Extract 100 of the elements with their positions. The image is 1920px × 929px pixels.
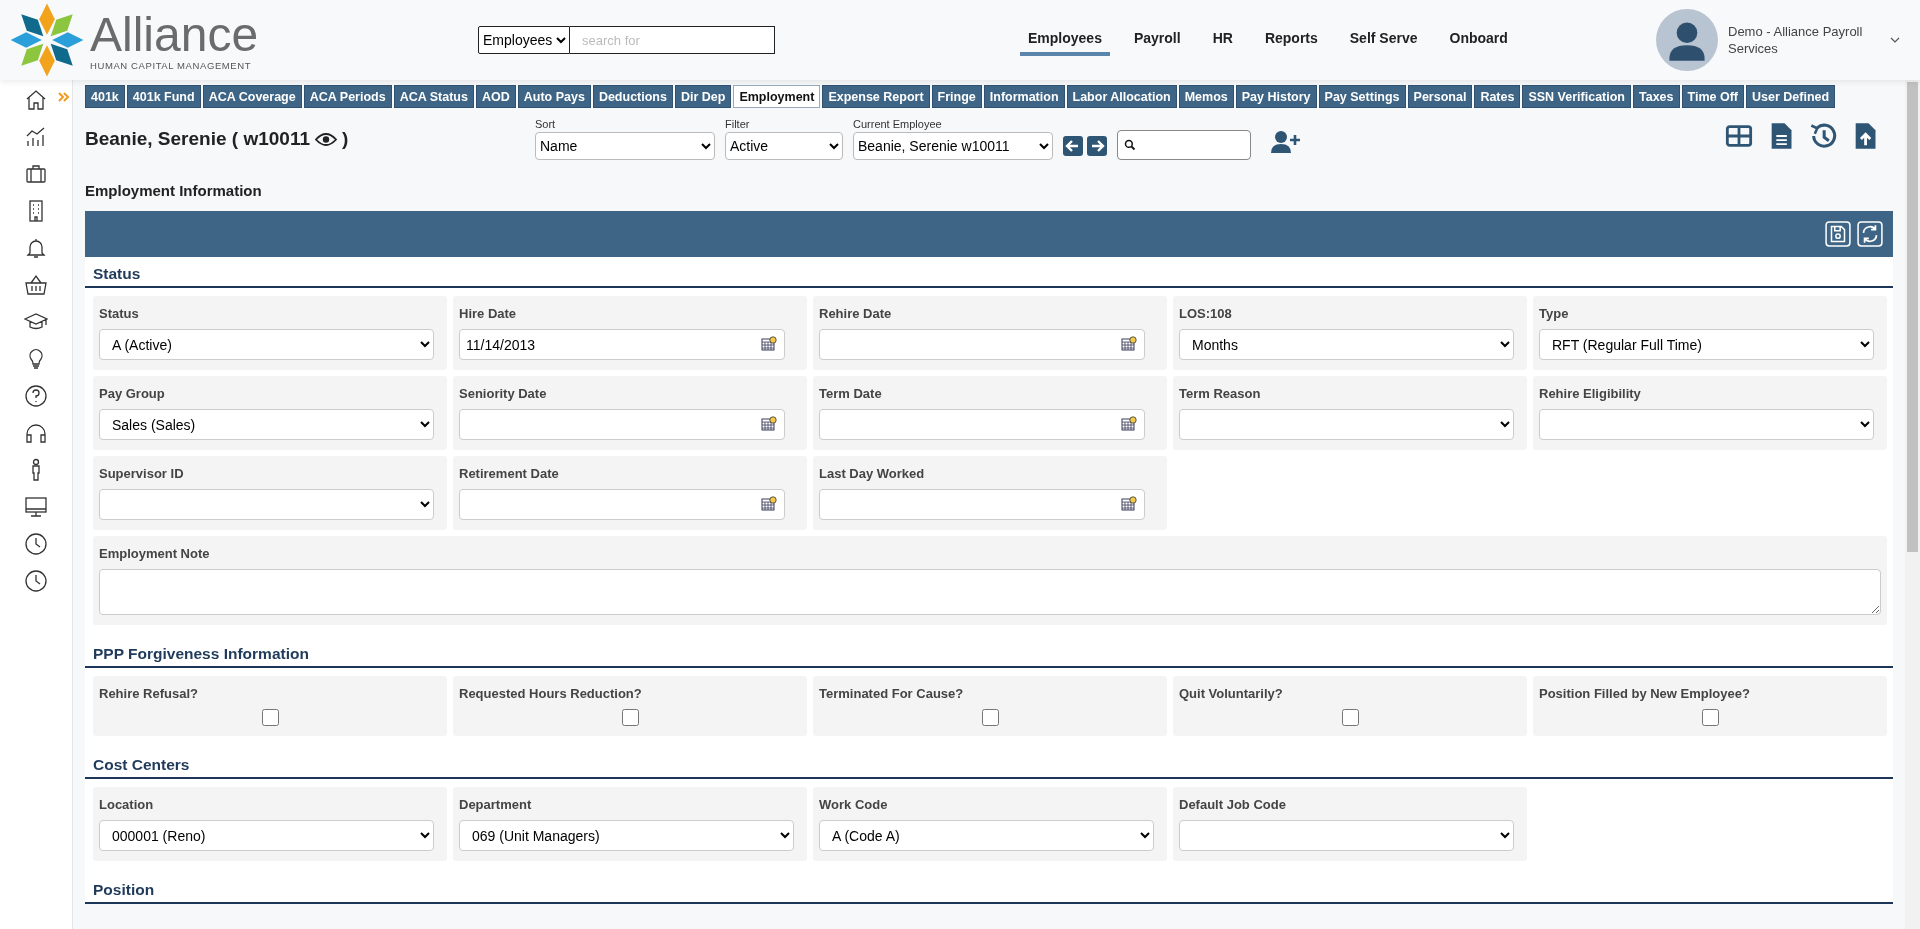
field-label: Term Date [819,386,883,401]
monitor-icon[interactable] [24,495,48,519]
user-name[interactable]: Demo - Alliance Payroll Services [1728,23,1878,57]
nav-link[interactable]: Self Serve [1341,24,1426,56]
tab[interactable]: 401k [85,85,125,108]
calendar-icon[interactable] [761,336,777,352]
tab[interactable]: Memos [1178,85,1234,108]
date-field[interactable] [819,409,1145,440]
date-field[interactable] [819,489,1145,520]
arrow-left-icon[interactable] [1063,136,1083,156]
date-field[interactable]: 11/14/2013 [459,329,785,360]
chevron-down-icon[interactable] [1890,37,1900,43]
basket-icon[interactable] [24,273,48,297]
question-icon[interactable] [24,384,48,408]
scrollbar-drawing[interactable] [1905,80,1920,929]
grid-icon[interactable] [1725,122,1753,150]
calendar-icon[interactable] [761,416,777,432]
field-label: Quit Voluntarily? [1179,686,1284,701]
tab[interactable]: Rates [1474,85,1521,108]
calendar-icon[interactable] [1121,336,1137,352]
home-icon[interactable] [24,88,48,112]
search-scope-select[interactable]: Employees [478,26,570,54]
dropdown-field[interactable]: Months [1179,329,1514,360]
field-label: Hire Date [459,306,518,321]
nav-link[interactable]: Onboard [1441,24,1516,56]
search-field[interactable]: search for [570,26,775,54]
nav-link[interactable]: HR [1204,24,1241,56]
clock-icon[interactable] [24,532,48,556]
tab[interactable]: Labor Allocation [1066,85,1177,108]
date-field[interactable] [459,489,785,520]
tab[interactable]: ACA Coverage [202,85,302,108]
calendar-icon[interactable] [761,496,777,512]
add-person-icon[interactable] [1271,130,1301,154]
tab[interactable]: Pay Settings [1318,85,1406,108]
tab[interactable]: 401k Fund [126,85,201,108]
eye-icon[interactable] [314,131,337,147]
logo-name: Alliance [90,9,259,60]
current-employee-label: Current Employee [853,118,943,130]
date-field[interactable] [459,409,785,440]
current-employee-select[interactable]: Beanie, Serenie w10011 [853,132,1053,160]
headphones-icon[interactable] [24,421,48,445]
employee-search-field[interactable] [1117,130,1251,160]
tab[interactable]: Employment [733,85,821,108]
search-icon [1124,139,1136,151]
tab[interactable]: Pay History [1235,85,1317,108]
tab[interactable]: User Defined [1746,85,1836,108]
tab[interactable]: Fringe [931,85,982,108]
tab[interactable]: AOD [475,85,516,108]
page-title: Employment Information [85,182,263,199]
dropdown-field[interactable] [99,489,434,520]
field-label: Department [459,797,533,812]
date-field[interactable] [819,329,1145,360]
sort-select[interactable]: Name [535,132,715,160]
field-label: Pay Group [99,386,166,401]
dropdown-field[interactable]: RFT (Regular Full Time) [1539,329,1874,360]
avatar-icon[interactable] [1656,9,1718,71]
nav-link[interactable]: Employees [1020,24,1110,56]
tab[interactable]: Time Off [1681,85,1744,108]
bell-icon[interactable] [24,236,48,260]
history-icon[interactable] [1809,122,1837,150]
dropdown-field[interactable]: A (Code A) [819,820,1154,851]
calendar-icon[interactable] [1121,496,1137,512]
dropdown-field[interactable]: A (Active) [99,329,434,360]
refresh-icon[interactable] [1857,221,1883,247]
nav-link[interactable]: Payroll [1125,24,1189,56]
dropdown-field[interactable]: 000001 (Reno) [99,820,434,851]
tab[interactable]: ACA Status [393,85,474,108]
tab[interactable]: Taxes [1633,85,1680,108]
tab[interactable]: Deductions [592,85,673,108]
tab[interactable]: SSN Verification [1522,85,1631,108]
save-icon[interactable] [1825,221,1851,247]
section-heading: Position [85,877,1893,904]
tab[interactable]: Personal [1407,85,1473,108]
dropdown-field[interactable]: Sales (Sales) [99,409,434,440]
tab[interactable]: Information [983,85,1065,108]
calendar-icon[interactable] [1121,416,1137,432]
filter-select[interactable]: Active [725,132,843,160]
field-label: Work Code [819,797,889,812]
dropdown-field[interactable] [1179,409,1514,440]
tab[interactable]: Dir Dep [674,85,732,108]
dropdown-field[interactable]: 069 (Unit Managers) [459,820,794,851]
nav-link[interactable]: Reports [1256,24,1326,56]
checkbox[interactable] [261,709,279,726]
note-field[interactable] [99,569,1881,615]
arrow-right-icon[interactable] [1087,136,1107,156]
briefcase-icon[interactable] [24,162,48,186]
checkbox[interactable] [1341,709,1359,726]
clock-icon[interactable] [24,569,48,593]
dropdown-field[interactable] [1539,409,1874,440]
dropdown-field[interactable] [1179,820,1514,851]
field-label: Default Job Code [1179,797,1287,812]
checkbox[interactable] [1701,709,1719,726]
field-label: Requested Hours Reduction? [459,686,643,701]
tab[interactable]: ACA Periods [303,85,392,108]
tab[interactable]: Expense Report [822,85,930,108]
filter-label: Filter [725,118,751,130]
checkbox[interactable] [981,709,999,726]
sort-label: Sort [535,118,557,130]
checkbox[interactable] [621,709,639,726]
tab[interactable]: Auto Pays [517,85,591,108]
